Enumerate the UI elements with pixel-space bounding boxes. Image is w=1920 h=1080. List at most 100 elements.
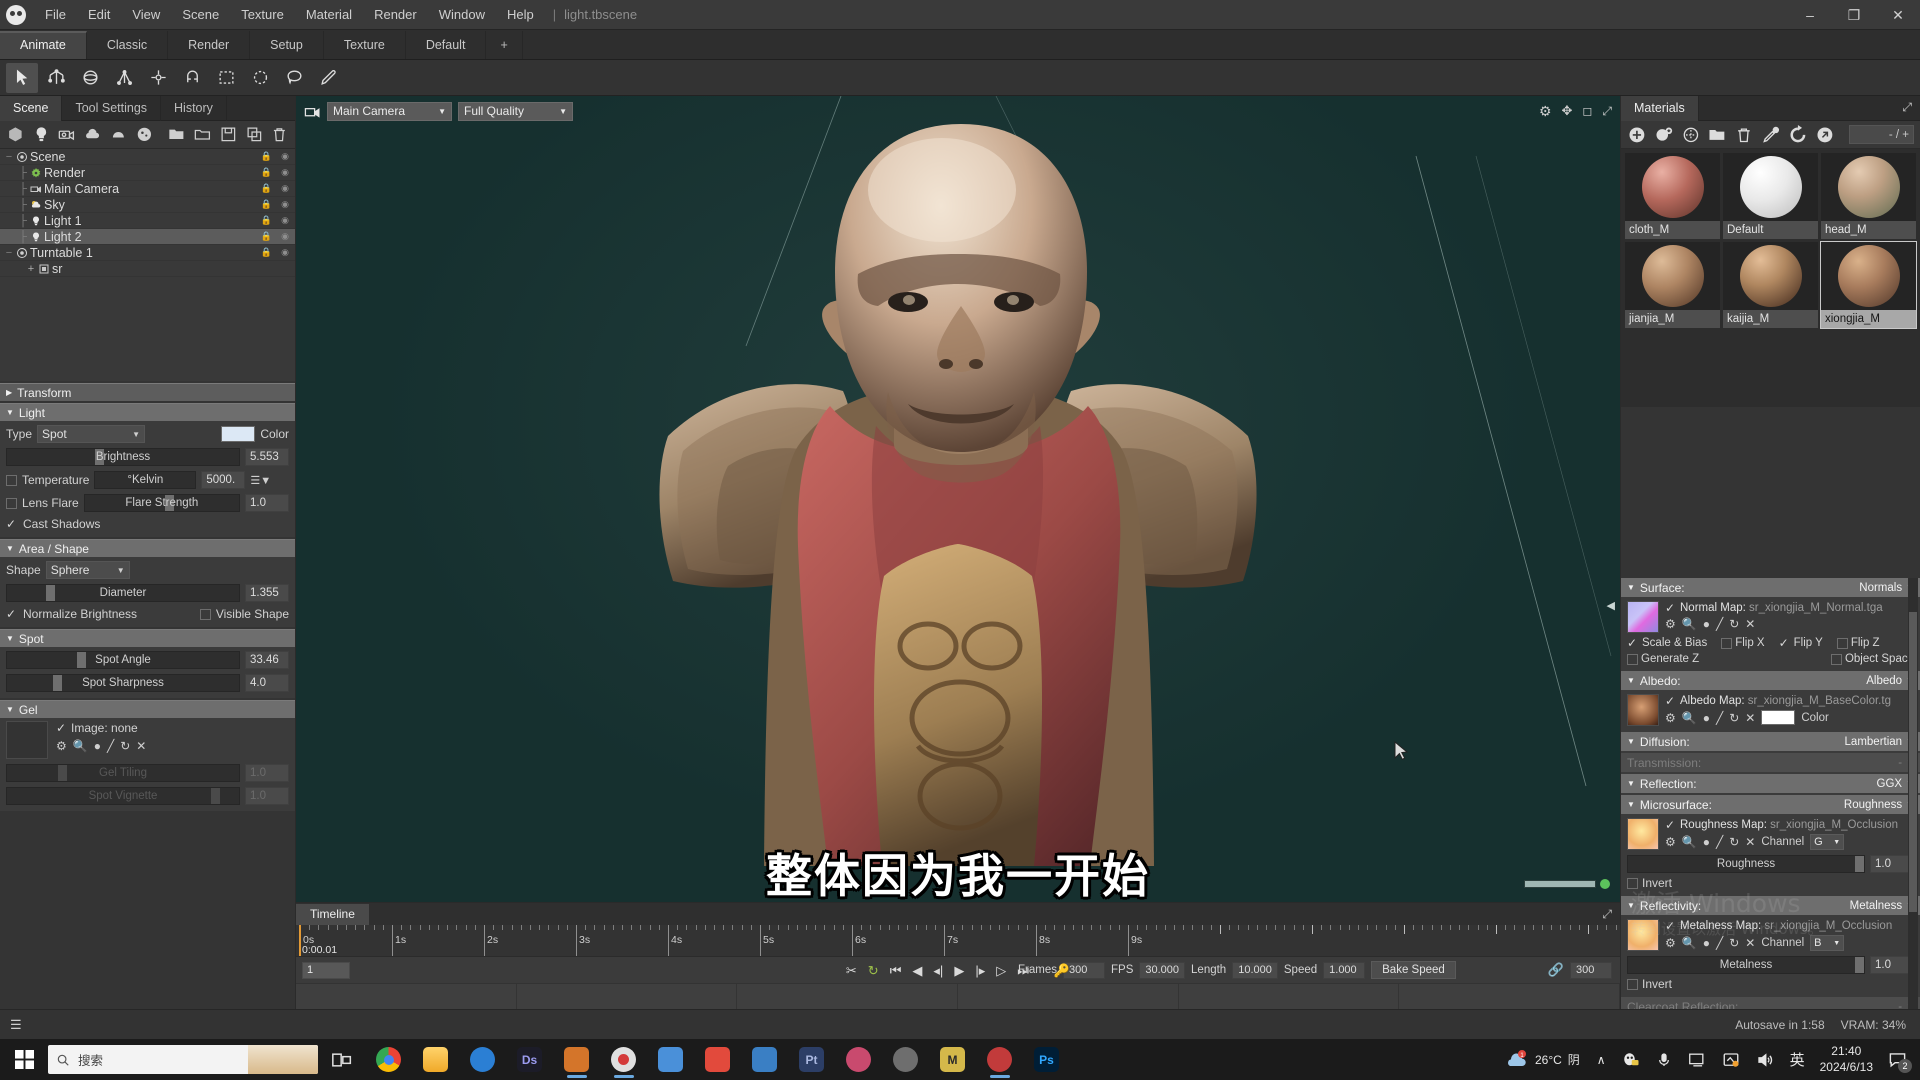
folder-icon[interactable]	[1707, 125, 1727, 145]
export-icon[interactable]	[1815, 125, 1835, 145]
search-icon[interactable]: 🔍	[1682, 711, 1697, 725]
menu-bar[interactable]: File Edit View Scene Texture Material Re…	[34, 2, 545, 27]
roughness-channel-select[interactable]: G ▼	[1810, 834, 1845, 850]
browser-icon[interactable]	[647, 1039, 694, 1080]
tab-render[interactable]: Render	[168, 31, 251, 59]
search-icon[interactable]: 🔍	[1682, 617, 1697, 631]
menu-render[interactable]: Render	[363, 2, 428, 27]
window-controls[interactable]: – ❐ ✕	[1788, 0, 1920, 30]
weather-widget[interactable]: 1 26°C 阴	[1497, 1049, 1588, 1070]
lock-icon[interactable]: 🔒	[261, 247, 272, 258]
section-spot[interactable]: ▼ Spot	[0, 629, 295, 647]
visibility-icon[interactable]: ◉	[281, 231, 289, 242]
visibility-icon[interactable]: ◉	[281, 199, 289, 210]
windows-start-icon[interactable]	[0, 1039, 48, 1080]
scale-tool[interactable]	[108, 63, 140, 93]
skip-end-icon[interactable]: ⏭	[1017, 964, 1029, 977]
gel-image-thumbnail[interactable]	[6, 721, 48, 759]
status-menu-icon[interactable]: ☰	[0, 1017, 22, 1033]
clear-icon[interactable]: ✕	[1745, 835, 1755, 849]
spot-vignette-slider[interactable]: Spot Vignette	[6, 787, 240, 805]
tree-row-scene[interactable]: − Scene 🔒 ◉	[0, 149, 295, 165]
metalness-map-thumbnail[interactable]	[1627, 919, 1659, 951]
eyedropper-icon[interactable]: ●	[94, 739, 101, 753]
pivot-tool[interactable]	[142, 63, 174, 93]
length-input[interactable]: 10.000	[1232, 961, 1278, 979]
clear-icon[interactable]: ✕	[1745, 936, 1755, 950]
spot-sharpness-slider[interactable]: Spot Sharpness	[6, 674, 240, 692]
flare-strength-slider[interactable]: Flare Strength	[83, 494, 240, 512]
marvelous-designer-icon[interactable]: M	[929, 1039, 976, 1080]
object-space-checkbox[interactable]	[1830, 653, 1842, 665]
skip-start-icon[interactable]: ⏮	[890, 964, 902, 977]
palette-icon[interactable]	[835, 1039, 882, 1080]
pt-icon[interactable]: Pt	[788, 1039, 835, 1080]
menu-help[interactable]: Help	[496, 2, 545, 27]
translate-tool[interactable]	[40, 63, 72, 93]
chrome-icon[interactable]	[365, 1039, 412, 1080]
playhead[interactable]	[299, 925, 301, 956]
tree-expander[interactable]: −	[4, 151, 14, 163]
edit-icon[interactable]: ╱	[107, 739, 114, 753]
square-icon[interactable]: ◻	[1582, 104, 1592, 118]
tree-row-sky[interactable]: ├ Sky 🔒 ◉	[0, 197, 295, 213]
row-toggles[interactable]: 🔒 ◉	[261, 215, 289, 226]
material-cell-cloth-m[interactable]: cloth_M	[1625, 153, 1720, 239]
lock-icon[interactable]: 🔒	[261, 183, 272, 194]
material-cell-default[interactable]: Default	[1723, 153, 1818, 239]
eyedropper-icon[interactable]: ●	[1703, 936, 1710, 950]
lens-flare-checkbox[interactable]	[6, 497, 17, 509]
timeline-track[interactable]	[296, 983, 1621, 1009]
gear-icon[interactable]: ⚙	[56, 739, 67, 753]
flip-x-checkbox[interactable]	[1721, 637, 1733, 649]
duplicate-material-icon[interactable]	[1654, 125, 1674, 145]
lock-icon[interactable]: 🔒	[261, 167, 272, 178]
edit-icon[interactable]: ╱	[1716, 617, 1723, 631]
metalness-channel-select[interactable]: B ▼	[1810, 935, 1845, 951]
tree-row-light-1[interactable]: ├ Light 1 🔒 ◉	[0, 213, 295, 229]
substance-painter-icon[interactable]	[553, 1039, 600, 1080]
link-icon[interactable]: 🔗	[1548, 962, 1564, 978]
normalize-brightness-checkbox[interactable]: ✓	[6, 607, 18, 621]
reload-icon[interactable]: ↻	[1729, 835, 1739, 849]
gear-icon[interactable]: ⚙	[1665, 617, 1676, 631]
task-view-icon[interactable]	[318, 1039, 365, 1080]
duplicate-icon[interactable]	[245, 125, 264, 145]
row-toggles[interactable]: 🔒 ◉	[261, 231, 289, 242]
material-cell-xiongjia-m[interactable]: xiongjia_M	[1820, 241, 1917, 329]
add-fog-icon[interactable]	[109, 125, 128, 145]
roughness-map-actions[interactable]: ⚙ 🔍 ● ╱ ↻ ✕ Channel G ▼	[1665, 834, 1914, 850]
tab-texture[interactable]: Texture	[324, 31, 406, 59]
timeline-tab[interactable]: Timeline	[296, 904, 369, 925]
add-material-icon[interactable]	[1627, 125, 1647, 145]
generate-z-checkbox[interactable]	[1627, 653, 1638, 665]
microsurface-mode[interactable]: Roughness	[1844, 799, 1902, 811]
track-cell[interactable]	[1179, 984, 1400, 1009]
visible-shape-checkbox[interactable]	[199, 608, 211, 620]
close-button[interactable]: ✕	[1876, 0, 1920, 30]
edit-icon[interactable]: ╱	[1716, 711, 1723, 725]
albedo-map-checkbox[interactable]: ✓	[1665, 694, 1677, 708]
expand-icon[interactable]: ⤢	[1902, 100, 1912, 115]
fps-input[interactable]: 30.000	[1139, 961, 1186, 979]
loop-icon[interactable]: ↻	[868, 964, 879, 977]
metalness-map-checkbox[interactable]: ✓	[1665, 919, 1677, 933]
reflection-mode[interactable]: GGX	[1877, 778, 1903, 790]
rotate-tool[interactable]	[74, 63, 106, 93]
eyedropper-icon[interactable]: ●	[1703, 711, 1710, 725]
cast-shadows-checkbox[interactable]: ✓	[6, 517, 18, 531]
temperature-checkbox[interactable]	[6, 474, 17, 486]
spot-sharpness-value[interactable]: 4.0	[245, 674, 289, 692]
row-toggles[interactable]: 🔒 ◉	[261, 167, 289, 178]
eyedropper-icon[interactable]: ●	[1703, 835, 1710, 849]
quality-select[interactable]: Full Quality ▼	[458, 101, 573, 121]
kelvin-preset-menu-icon[interactable]: ☰▼	[250, 474, 271, 487]
magnet-snap-tool[interactable]	[176, 63, 208, 93]
bake-speed-button[interactable]: Bake Speed	[1371, 961, 1456, 979]
lock-icon[interactable]: 🔒	[261, 151, 272, 162]
open-folder-icon[interactable]	[193, 125, 212, 145]
marquee-select-tool[interactable]	[210, 63, 242, 93]
gel-map-actions[interactable]: ⚙ 🔍 ● ╱ ↻ ✕	[56, 739, 146, 753]
next-key-icon[interactable]: ▷	[996, 964, 1006, 977]
refresh-icon[interactable]	[1788, 124, 1808, 145]
